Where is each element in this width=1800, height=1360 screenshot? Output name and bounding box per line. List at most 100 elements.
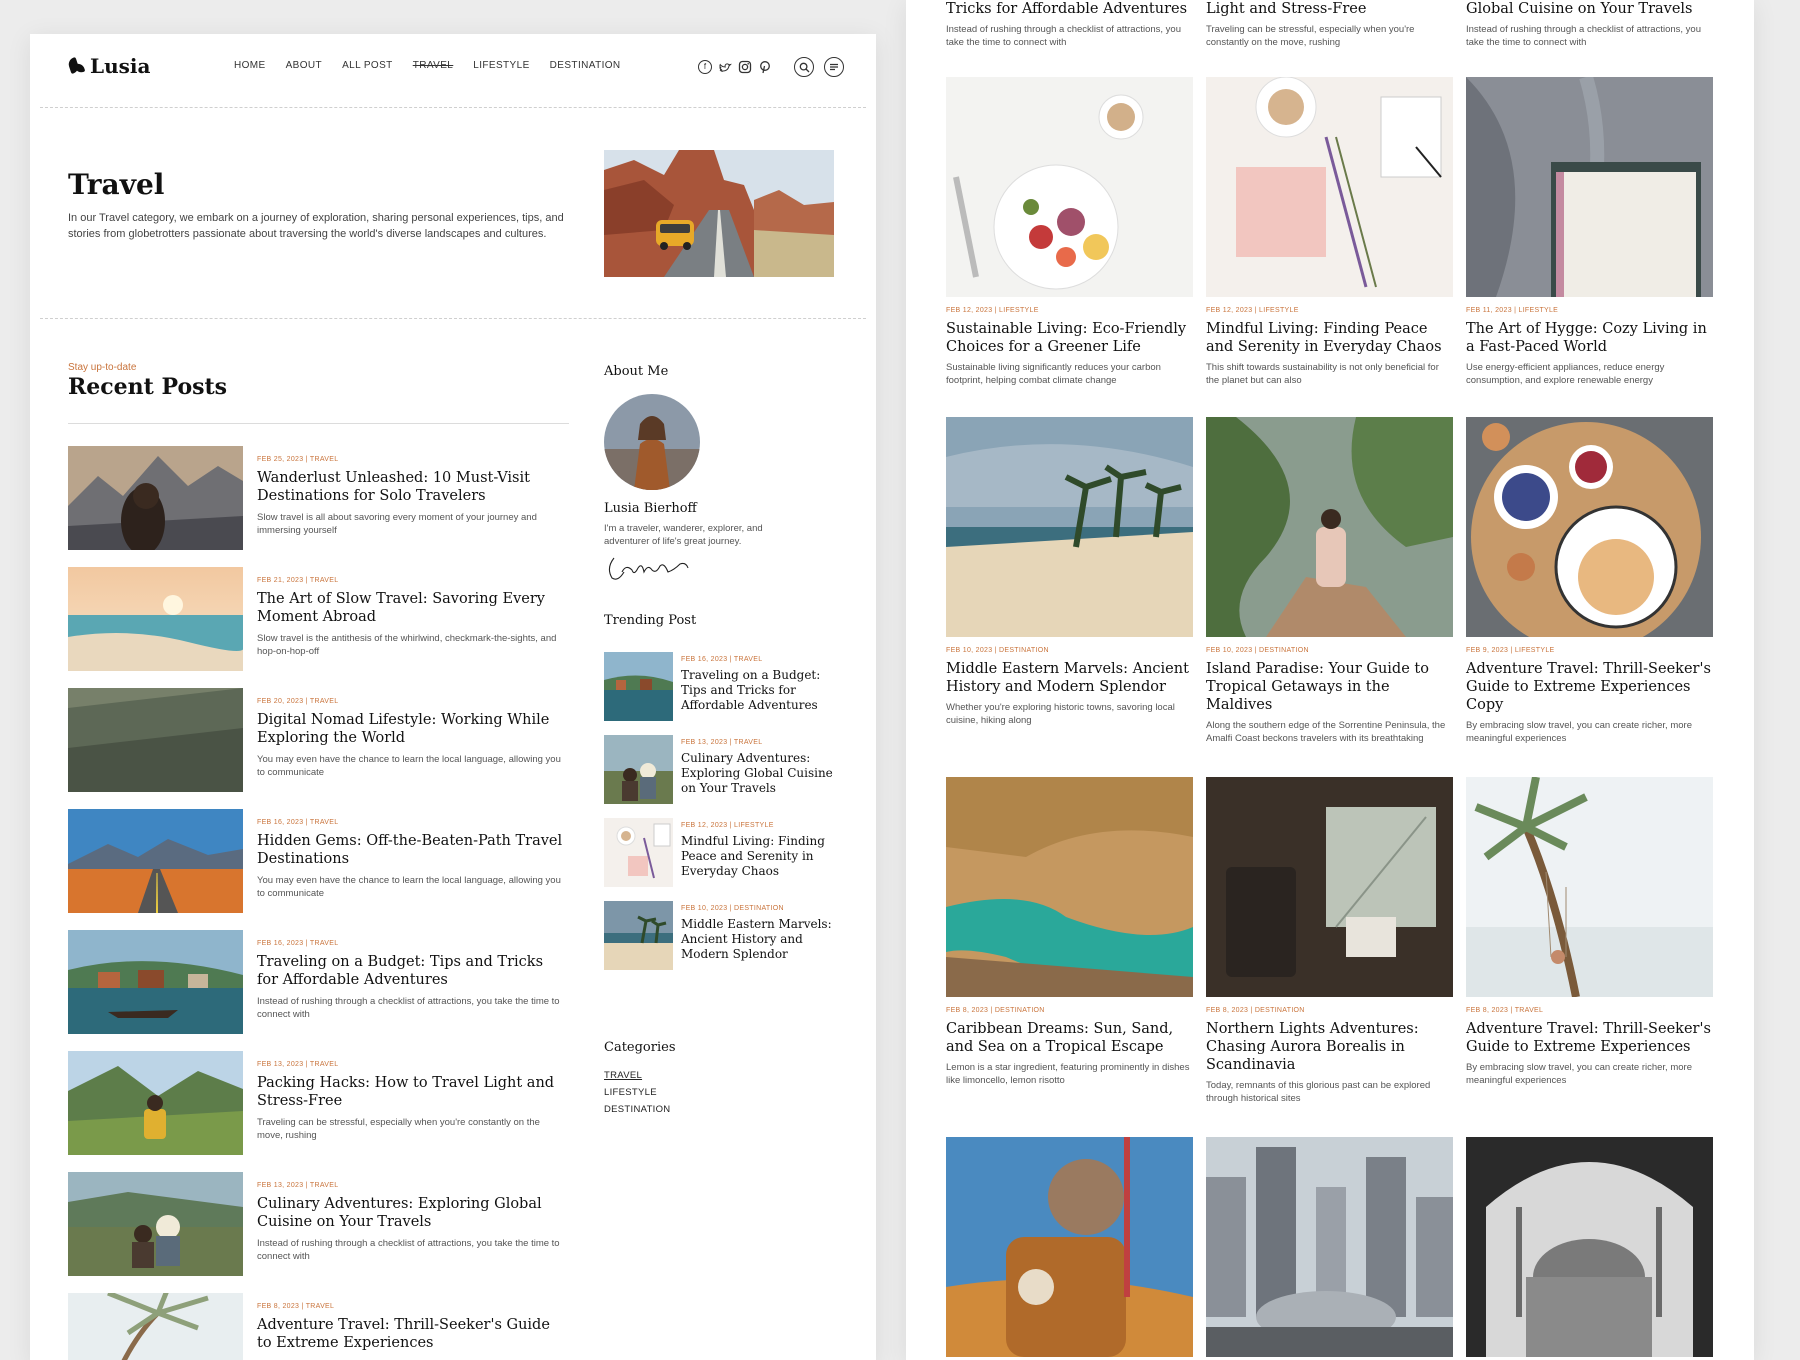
post-thumbnail[interactable] xyxy=(68,1172,243,1276)
card-meta: FEB 8, 2023 | DESTINATION xyxy=(946,1007,1045,1014)
grid-card[interactable]: FEB 9, 2023 | LIFESTYLE Adventure Travel… xyxy=(1466,417,1713,745)
nav-about[interactable]: ABOUT xyxy=(286,60,322,71)
grid-card[interactable]: FEB 8, 2023 | DESTINATION Caribbean Drea… xyxy=(946,777,1193,1087)
twitter-icon[interactable] xyxy=(718,60,732,74)
post-thumbnail[interactable] xyxy=(68,1051,243,1155)
author-name: Lusia Bierhoff xyxy=(604,501,697,516)
card-title[interactable]: Mindful Living: Finding Peace and Sereni… xyxy=(1206,320,1453,356)
nav-lifestyle[interactable]: LIFESTYLE xyxy=(473,60,529,71)
post-thumbnail[interactable] xyxy=(68,1293,243,1360)
grid-card[interactable]: FEB 8, 2023 | TRAVEL Adventure Travel: T… xyxy=(1466,777,1713,1087)
grid-card[interactable] xyxy=(1466,1137,1713,1357)
card-title[interactable]: Tricks for Affordable Adventures xyxy=(946,0,1193,18)
recent-post[interactable]: FEB 21, 2023 | TRAVEL The Art of Slow Tr… xyxy=(68,567,568,673)
nav-travel[interactable]: TRAVEL xyxy=(413,60,454,71)
card-title[interactable]: Sustainable Living: Eco-Friendly Choices… xyxy=(946,320,1193,356)
card-title[interactable]: Adventure Travel: Thrill-Seeker's Guide … xyxy=(1466,660,1713,714)
card-image[interactable] xyxy=(946,417,1193,637)
nav-all-post[interactable]: ALL POST xyxy=(342,60,393,71)
card-meta: FEB 12, 2023 | LIFESTYLE xyxy=(946,307,1039,314)
trending-post[interactable]: FEB 12, 2023 | LIFESTYLE Mindful Living:… xyxy=(604,818,844,888)
post-title[interactable]: Hidden Gems: Off-the-Beaten-Path Travel … xyxy=(257,832,568,868)
trending-thumbnail[interactable] xyxy=(604,652,673,721)
grid-card[interactable]: FEB 10, 2023 | DESTINATION Middle Easter… xyxy=(946,417,1193,727)
trending-post[interactable]: FEB 13, 2023 | TRAVEL Culinary Adventure… xyxy=(604,735,844,805)
recent-post[interactable]: FEB 8, 2023 | TRAVEL Adventure Travel: T… xyxy=(68,1293,568,1360)
trending-thumbnail[interactable] xyxy=(604,901,673,970)
card-image[interactable] xyxy=(1206,417,1453,637)
grid-card[interactable]: FEB 10, 2023 | DESTINATION Island Paradi… xyxy=(1206,417,1453,745)
card-title[interactable]: Caribbean Dreams: Sun, Sand, and Sea on … xyxy=(946,1020,1193,1056)
post-meta: FEB 25, 2023 | TRAVEL xyxy=(257,456,339,463)
logo[interactable]: Lusia xyxy=(68,54,150,78)
post-title[interactable]: Wanderlust Unleashed: 10 Must-Visit Dest… xyxy=(257,469,568,505)
post-thumbnail[interactable] xyxy=(68,809,243,913)
card-image[interactable] xyxy=(1466,77,1713,297)
post-title[interactable]: Adventure Travel: Thrill-Seeker's Guide … xyxy=(257,1316,568,1352)
card-image[interactable] xyxy=(1206,1137,1453,1357)
trending-post[interactable]: FEB 16, 2023 | TRAVEL Traveling on a Bud… xyxy=(604,652,844,722)
grid-card[interactable]: FEB 11, 2023 | LIFESTYLE The Art of Hygg… xyxy=(1466,77,1713,387)
trending-title[interactable]: Culinary Adventures: Exploring Global Cu… xyxy=(681,751,844,796)
facebook-icon[interactable]: f xyxy=(698,60,712,74)
trending-thumbnail[interactable] xyxy=(604,818,673,887)
search-icon xyxy=(799,62,809,72)
card-title[interactable]: Light and Stress-Free xyxy=(1206,0,1453,18)
grid-card-partial[interactable]: Tricks for Affordable Adventures Instead… xyxy=(946,0,1193,49)
post-title[interactable]: Packing Hacks: How to Travel Light and S… xyxy=(257,1074,568,1110)
card-title[interactable]: The Art of Hygge: Cozy Living in a Fast-… xyxy=(1466,320,1713,356)
card-title[interactable]: Island Paradise: Your Guide to Tropical … xyxy=(1206,660,1453,714)
recent-post[interactable]: FEB 16, 2023 | TRAVEL Hidden Gems: Off-t… xyxy=(68,809,568,915)
trending-title[interactable]: Middle Eastern Marvels: Ancient History … xyxy=(681,917,844,962)
instagram-icon[interactable] xyxy=(738,60,752,74)
grid-card[interactable]: FEB 12, 2023 | LIFESTYLE Mindful Living:… xyxy=(1206,77,1453,387)
search-button[interactable] xyxy=(794,57,814,77)
post-thumbnail[interactable] xyxy=(68,446,243,550)
post-thumbnail[interactable] xyxy=(68,567,243,671)
post-thumbnail[interactable] xyxy=(68,688,243,792)
card-image[interactable] xyxy=(1206,777,1453,997)
card-title[interactable]: Middle Eastern Marvels: Ancient History … xyxy=(946,660,1193,696)
grid-card[interactable]: FEB 12, 2023 | LIFESTYLE Sustainable Liv… xyxy=(946,77,1193,387)
card-image[interactable] xyxy=(1466,777,1713,997)
pinterest-icon[interactable] xyxy=(758,60,772,74)
recent-post[interactable]: FEB 16, 2023 | TRAVEL Traveling on a Bud… xyxy=(68,930,568,1036)
recent-post[interactable]: FEB 20, 2023 | TRAVEL Digital Nomad Life… xyxy=(68,688,568,794)
card-title[interactable]: Adventure Travel: Thrill-Seeker's Guide … xyxy=(1466,1020,1713,1056)
post-excerpt: Traveling can be stressful, especially w… xyxy=(257,1117,540,1141)
menu-button[interactable] xyxy=(824,57,844,77)
post-title[interactable]: The Art of Slow Travel: Savoring Every M… xyxy=(257,590,568,626)
card-title[interactable]: Northern Lights Adventures: Chasing Auro… xyxy=(1206,1020,1453,1074)
category-destination[interactable]: DESTINATION xyxy=(604,1104,670,1115)
recent-post[interactable]: FEB 13, 2023 | TRAVEL Culinary Adventure… xyxy=(68,1172,568,1278)
nav-home[interactable]: HOME xyxy=(234,60,266,71)
recent-post[interactable]: FEB 13, 2023 | TRAVEL Packing Hacks: How… xyxy=(68,1051,568,1157)
card-image[interactable] xyxy=(1466,417,1713,637)
trending-title[interactable]: Traveling on a Budget: Tips and Tricks f… xyxy=(681,668,844,713)
post-title[interactable]: Traveling on a Budget: Tips and Tricks f… xyxy=(257,953,568,989)
hero-image xyxy=(604,150,834,277)
category-lifestyle[interactable]: LIFESTYLE xyxy=(604,1087,657,1098)
recent-post[interactable]: FEB 25, 2023 | TRAVEL Wanderlust Unleash… xyxy=(68,446,568,552)
card-image[interactable] xyxy=(946,777,1193,997)
grid-card[interactable] xyxy=(946,1137,1193,1357)
trending-thumbnail[interactable] xyxy=(604,735,673,804)
grid-card-partial[interactable]: Global Cuisine on Your Travels Instead o… xyxy=(1466,0,1713,49)
trending-post[interactable]: FEB 10, 2023 | DESTINATION Middle Easter… xyxy=(604,901,844,971)
card-image[interactable] xyxy=(946,1137,1193,1357)
card-title[interactable]: Global Cuisine on Your Travels xyxy=(1466,0,1713,18)
grid-card-partial[interactable]: Light and Stress-Free Traveling can be s… xyxy=(1206,0,1453,49)
card-image[interactable] xyxy=(1466,1137,1713,1357)
grid-card[interactable] xyxy=(1206,1137,1453,1357)
divider xyxy=(68,423,569,424)
post-meta: FEB 21, 2023 | TRAVEL xyxy=(257,577,339,584)
grid-card[interactable]: FEB 8, 2023 | DESTINATION Northern Light… xyxy=(1206,777,1453,1105)
trending-title[interactable]: Mindful Living: Finding Peace and Sereni… xyxy=(681,834,844,879)
category-travel[interactable]: TRAVEL xyxy=(604,1070,642,1081)
card-image[interactable] xyxy=(946,77,1193,297)
nav-destination[interactable]: DESTINATION xyxy=(550,60,621,71)
card-image[interactable] xyxy=(1206,77,1453,297)
post-title[interactable]: Culinary Adventures: Exploring Global Cu… xyxy=(257,1195,568,1231)
post-title[interactable]: Digital Nomad Lifestyle: Working While E… xyxy=(257,711,568,747)
post-thumbnail[interactable] xyxy=(68,930,243,1034)
